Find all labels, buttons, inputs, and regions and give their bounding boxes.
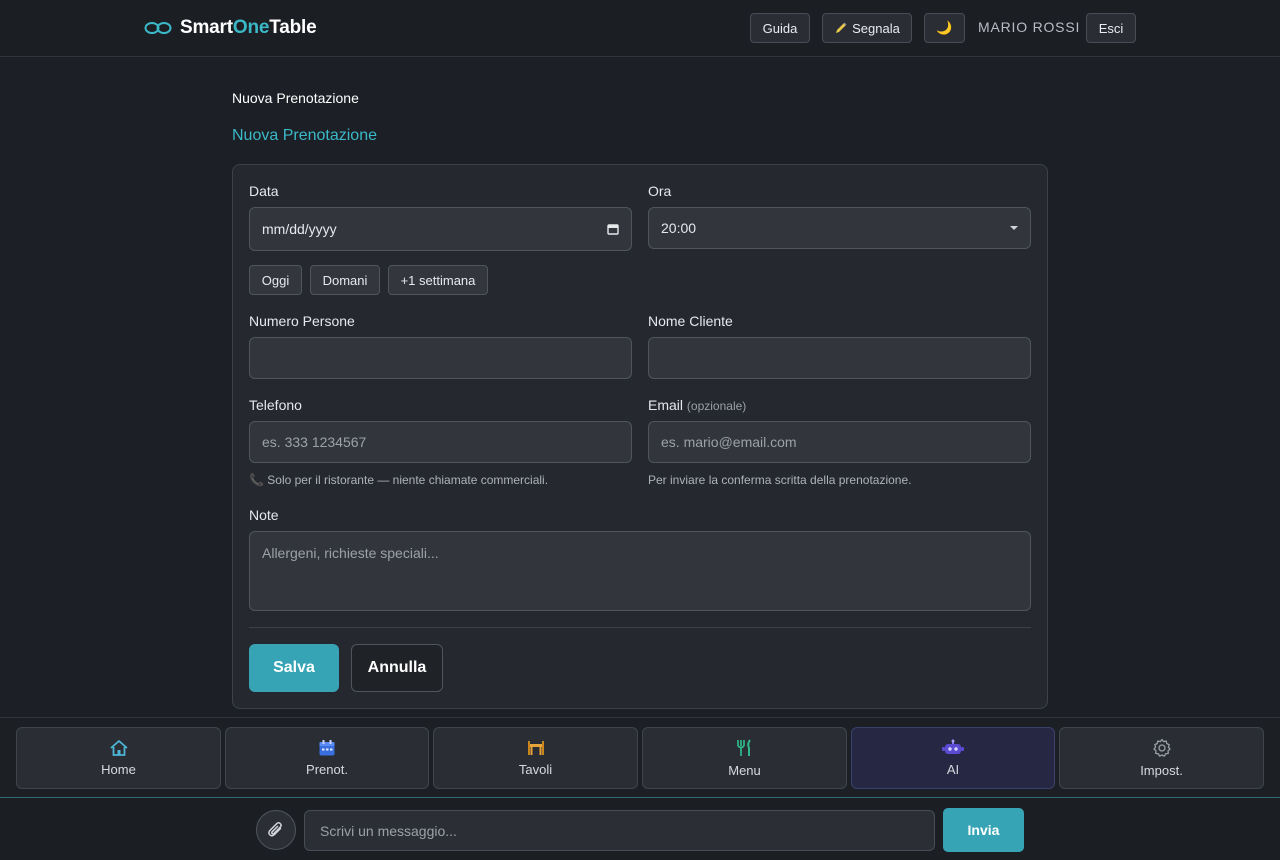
nav-label-home: Home	[101, 762, 136, 777]
email-label: Email (opzionale)	[648, 397, 747, 413]
moon-icon: 🌙	[936, 20, 953, 35]
logout-label: Esci	[1098, 20, 1124, 36]
date-label: Data	[249, 183, 279, 199]
quick-date-today-button[interactable]: Oggi	[249, 265, 302, 295]
infinity-logo-icon	[144, 22, 172, 34]
phone-input[interactable]: es. 333 1234567	[249, 421, 632, 463]
guests-label: Numero Persone	[249, 313, 355, 329]
quick-date-tomorrow-button[interactable]: Domani	[310, 265, 380, 295]
quick-date-today-label: Oggi	[261, 272, 290, 288]
chevron-down-icon	[1010, 226, 1018, 230]
home-icon	[109, 740, 128, 756]
brand-logo[interactable]: SmartOneTable	[144, 17, 317, 39]
customer-name-label: Nome Cliente	[648, 313, 733, 329]
nav-item-settings[interactable]: Impost.	[1059, 727, 1264, 789]
logout-button[interactable]: Esci	[1086, 13, 1136, 43]
time-select[interactable]: 20:00	[648, 207, 1031, 249]
brand-name: SmartOneTable	[180, 17, 317, 38]
nav-item-menu[interactable]: Menu	[642, 727, 847, 789]
phone-placeholder: es. 333 1234567	[262, 434, 367, 450]
date-input[interactable]: mm/dd/yyyy	[249, 207, 632, 251]
nav-item-tables[interactable]: Tavoli	[433, 727, 638, 789]
theme-toggle-button[interactable]: 🌙	[924, 13, 965, 43]
nav-item-ai[interactable]: AI	[851, 727, 1055, 789]
nav-label-reservations: Prenot.	[306, 762, 348, 777]
attach-button[interactable]	[256, 810, 296, 850]
pencil-icon	[836, 22, 847, 33]
calendar-picker-icon[interactable]	[607, 223, 619, 235]
breadcrumb: Nuova Prenotazione	[232, 90, 359, 106]
chat-message-input[interactable]: Scrivi un messaggio...	[304, 810, 935, 851]
send-label: Invia	[967, 822, 1000, 838]
send-button[interactable]: Invia	[943, 808, 1024, 852]
email-optional-tag: (opzionale)	[686, 399, 747, 413]
cancel-button[interactable]: Annulla	[351, 644, 443, 692]
report-label: Segnala	[852, 20, 900, 36]
form-divider	[249, 627, 1031, 628]
paperclip-icon	[268, 822, 282, 837]
guide-button[interactable]: Guida	[750, 13, 810, 43]
save-label: Salva	[273, 659, 315, 676]
gear-icon	[1152, 738, 1171, 757]
notes-textarea[interactable]: Allergeni, richieste speciali...	[249, 531, 1031, 611]
date-placeholder: mm/dd/yyyy	[262, 221, 337, 237]
robot-icon	[942, 739, 964, 754]
user-name: MARIO ROSSI	[978, 19, 1081, 35]
report-button[interactable]: Segnala	[822, 13, 912, 43]
nav-label-menu: Menu	[728, 763, 761, 778]
quick-date-next-week-label: +1 settimana	[400, 272, 476, 288]
notes-label: Note	[249, 507, 279, 523]
nav-label-tables: Tavoli	[518, 762, 553, 777]
time-label: Ora	[648, 183, 672, 199]
email-input[interactable]: es. mario@email.com	[648, 421, 1031, 463]
top-bar: SmartOneTable Guida Segnala 🌙 MARIO ROSS…	[0, 0, 1280, 57]
nav-label-ai: AI	[946, 762, 960, 777]
phone-label: Telefono	[249, 397, 302, 413]
guide-label: Guida	[762, 20, 798, 36]
email-placeholder: es. mario@email.com	[661, 434, 797, 450]
save-button[interactable]: Salva	[249, 644, 339, 692]
bottom-navigation: Home Prenot. Tavoli Menu AI Impost.	[0, 717, 1280, 798]
notes-placeholder: Allergeni, richieste speciali...	[262, 545, 439, 561]
phone-help-text: 📞 Solo per il ristorante — niente chiama…	[249, 473, 549, 487]
nav-item-home[interactable]: Home	[16, 727, 221, 789]
chat-placeholder: Scrivi un messaggio...	[320, 822, 457, 839]
nav-item-reservations[interactable]: Prenot.	[225, 727, 429, 789]
fork-knife-icon	[736, 739, 751, 756]
email-help-text: Per inviare la conferma scritta della pr…	[648, 473, 912, 487]
quick-date-tomorrow-label: Domani	[322, 272, 368, 288]
table-icon	[527, 741, 544, 755]
time-value: 20:00	[661, 220, 697, 236]
quick-date-next-week-button[interactable]: +1 settimana	[388, 265, 488, 295]
page-title: Nuova Prenotazione	[232, 127, 377, 144]
nav-label-settings: Impost.	[1140, 763, 1183, 778]
guests-input[interactable]	[249, 337, 632, 379]
cancel-label: Annulla	[367, 659, 427, 676]
customer-name-input[interactable]	[648, 337, 1031, 379]
calendar-icon	[319, 740, 335, 756]
chat-bar: Scrivi un messaggio... Invia	[0, 798, 1280, 860]
